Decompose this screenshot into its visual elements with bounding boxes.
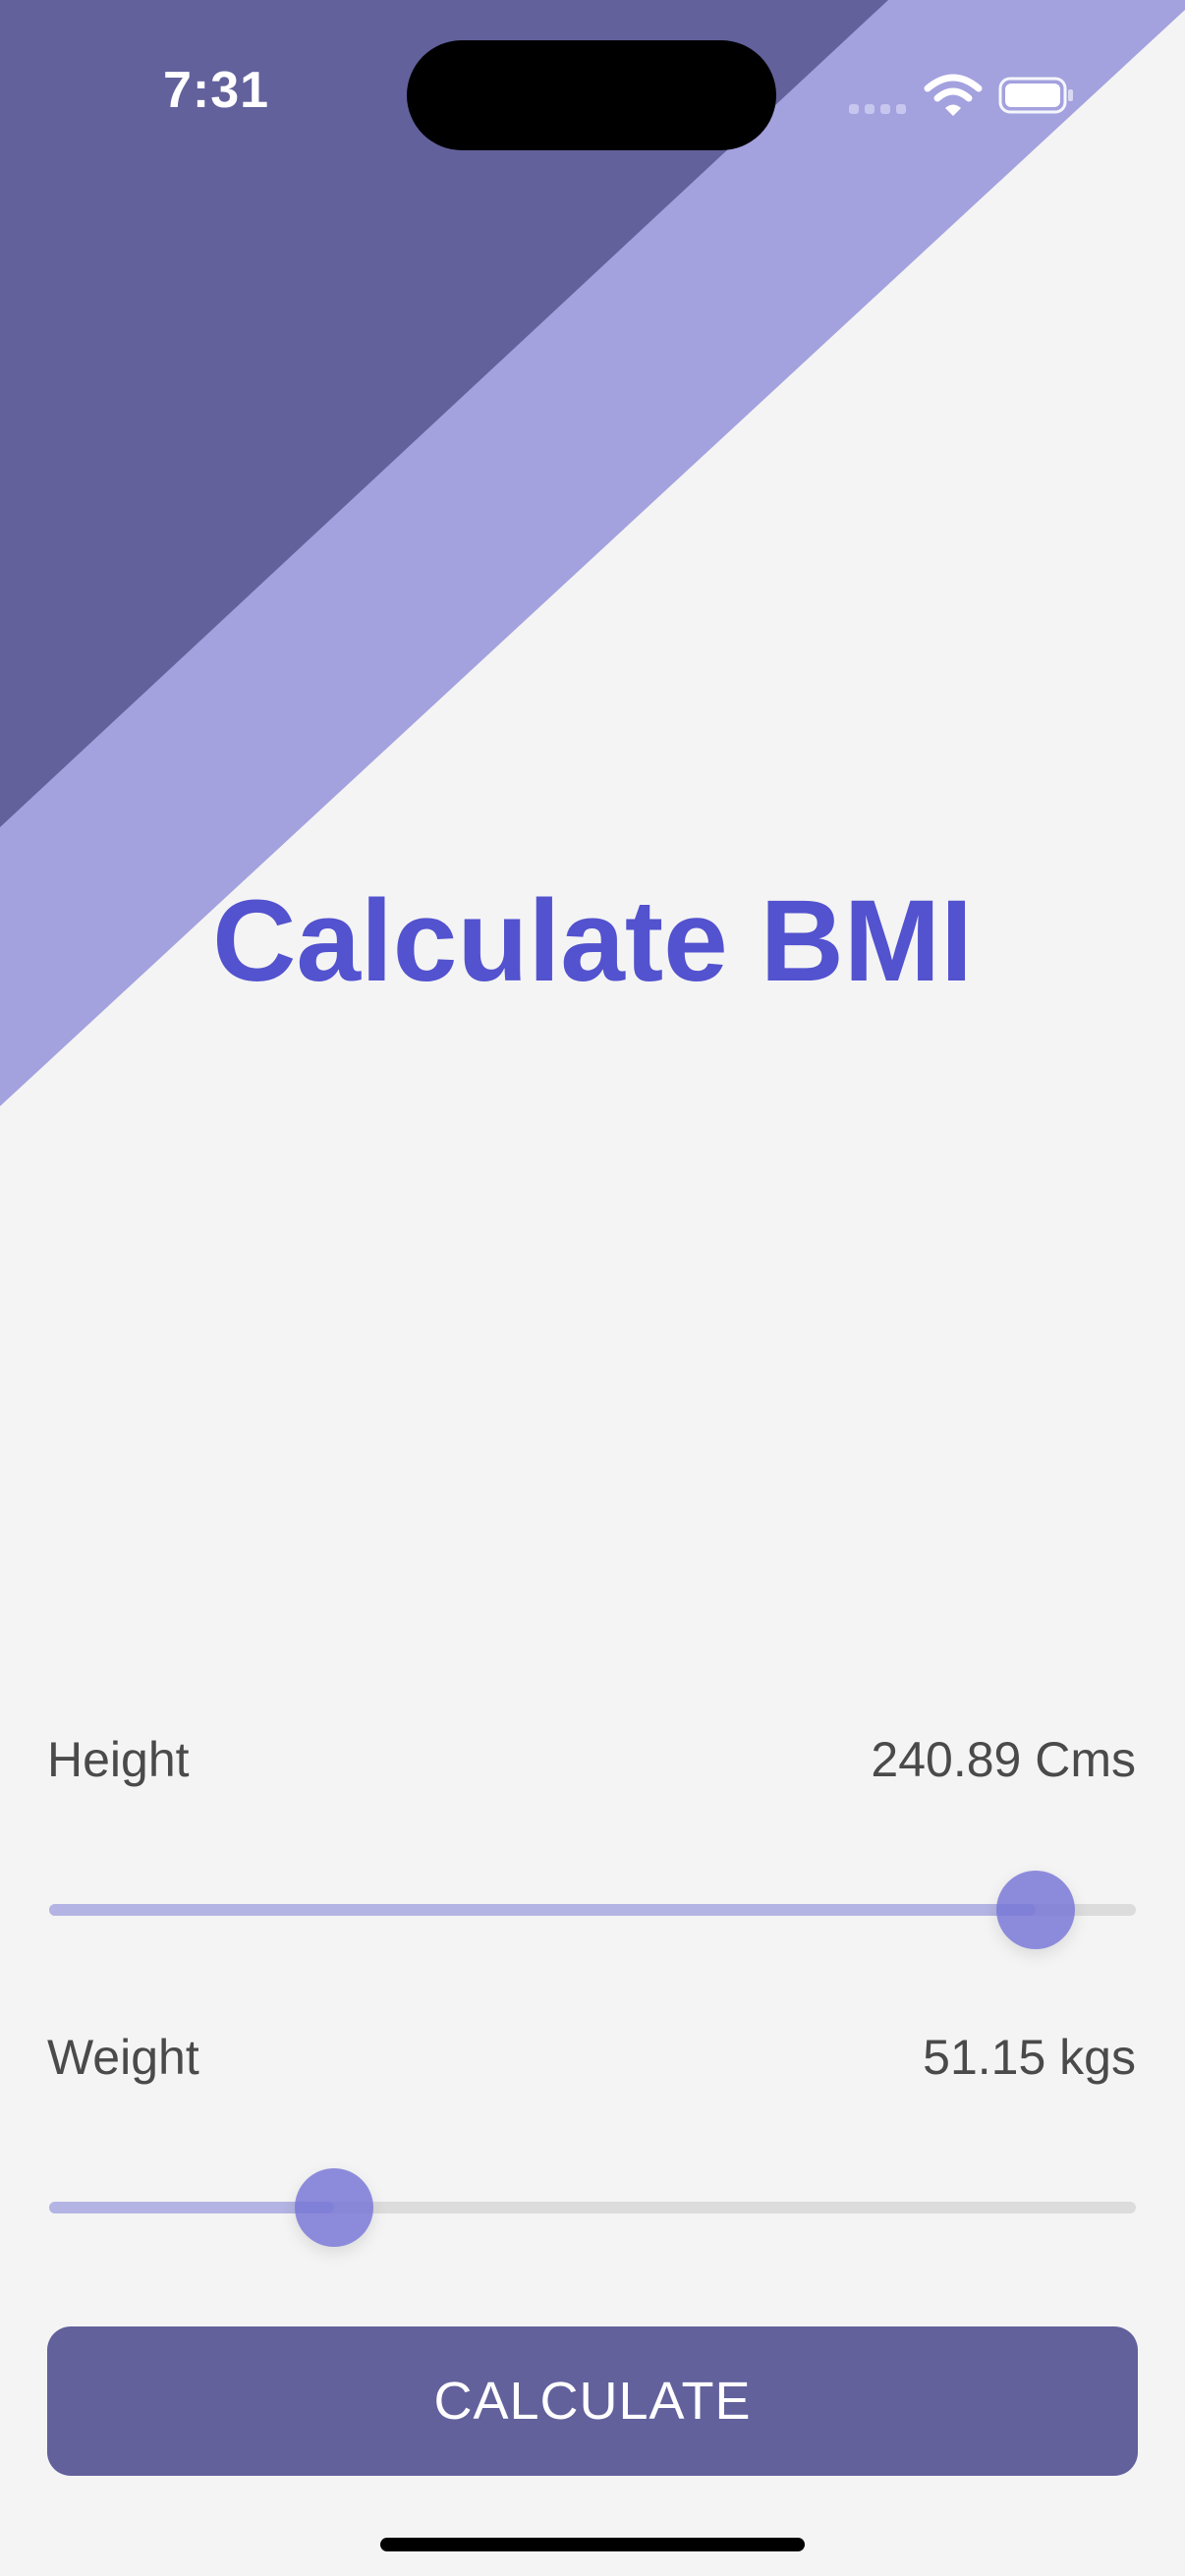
height-value: 240.89 Cms: [871, 1732, 1136, 1787]
calculate-button[interactable]: CALCULATE: [47, 2326, 1138, 2476]
height-label: Height: [47, 1732, 190, 1787]
height-slider[interactable]: [49, 1871, 1136, 1949]
weight-slider[interactable]: [49, 2168, 1136, 2247]
battery-icon: [998, 77, 1073, 114]
height-slider-thumb[interactable]: [996, 1871, 1076, 1949]
wifi-icon: [924, 74, 983, 116]
weight-value: 51.15 kgs: [923, 2030, 1136, 2085]
home-indicator: [380, 2538, 805, 2551]
weight-slider-thumb[interactable]: [294, 2168, 373, 2247]
height-slider-fill: [49, 1904, 1037, 1916]
status-time: 7:31: [162, 62, 270, 119]
dynamic-island: [407, 40, 776, 150]
weight-label: Weight: [47, 2030, 199, 2085]
page-title: Calculate BMI: [212, 876, 973, 1006]
weight-slider-fill: [49, 2202, 334, 2213]
status-bar: 7:31: [0, 0, 1185, 187]
cellular-signal-icon: [849, 104, 906, 114]
